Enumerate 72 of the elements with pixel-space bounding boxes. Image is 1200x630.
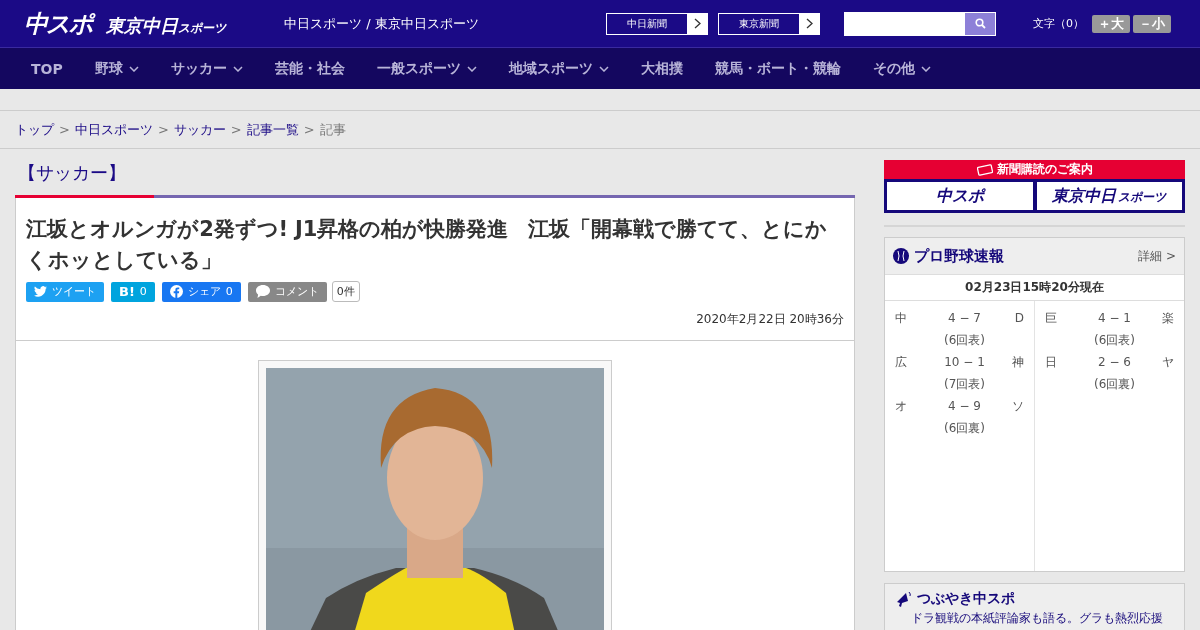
bird-icon <box>34 286 47 297</box>
chevron-down-icon <box>466 65 477 72</box>
comment-share-button[interactable]: コメント <box>247 281 327 302</box>
team-name: 中 <box>895 310 908 327</box>
nav-item[interactable]: 芸能・社会 <box>274 59 345 78</box>
inning-status: (6回裏) <box>943 420 986 437</box>
newspaper-logo-link[interactable]: 中スポ <box>887 182 1033 210</box>
nav-item[interactable]: サッカー <box>170 59 243 78</box>
speech-bubble-icon <box>255 285 270 298</box>
team-name: ソ <box>1011 398 1024 415</box>
megaphone-icon <box>895 590 913 608</box>
team-name: オ <box>895 398 908 415</box>
search-button[interactable] <box>965 12 995 35</box>
team-name: 日 <box>1045 354 1058 371</box>
game-score: 4 − 1 <box>1097 310 1132 327</box>
inning-status: (7回表) <box>943 376 986 393</box>
nav-item[interactable]: 野球 <box>94 59 139 78</box>
article-date: 2020年2月22日 20時36分 <box>695 311 845 328</box>
team-name: 楽 <box>1161 310 1174 327</box>
inning-status: (6回表) <box>1093 332 1136 349</box>
chevron-down-icon <box>598 65 609 72</box>
inning-status: (6回裏) <box>1093 376 1136 393</box>
update-time: 02月23日15時20分現在 <box>885 274 1184 301</box>
subscription-heading: 新聞購読のご案内 <box>884 160 1185 179</box>
breadcrumb-separator: > <box>59 122 70 137</box>
chevron-down-icon <box>920 65 931 72</box>
team-name: ヤ <box>1161 354 1174 371</box>
nav-item[interactable]: その他 <box>872 59 931 78</box>
comment-count: 0件 <box>331 281 360 302</box>
breadcrumb-current: 記事 <box>319 120 346 139</box>
nav-item[interactable]: 大相撲 <box>640 59 683 78</box>
breadcrumb-link[interactable]: 中日スポーツ <box>74 120 153 139</box>
team-name: D <box>1013 310 1024 327</box>
newspaper-link[interactable]: 中日新聞 <box>606 12 708 35</box>
panel-title[interactable]: つぶやき中スポ <box>917 590 1015 608</box>
font-size-label: 文字（0） <box>1033 16 1084 31</box>
breadcrumb-link[interactable]: サッカー <box>173 120 226 139</box>
facebook-icon <box>169 285 183 298</box>
search-field[interactable] <box>844 11 996 36</box>
nav-item[interactable]: 地域スポーツ <box>508 59 609 78</box>
game-score: 4 − 9 <box>947 398 982 415</box>
panel-title: プロ野球速報 <box>914 246 1005 266</box>
article-title: 江坂とオルンガが2発ずつ! J1昇格の柏が快勝発進 江坂「開幕戦で勝てて、とにかくホッとしている」 <box>25 216 828 274</box>
ticket-icon <box>976 163 993 176</box>
panel-subtitle: ドラ観戦の本紙評論家も語る。グラも熱烈応援 <box>910 610 1164 627</box>
breadcrumb-separator: > <box>157 122 169 137</box>
facebook-share-button[interactable]: シェア 0 <box>161 281 241 302</box>
breadcrumb-link[interactable]: 記事一覧 <box>246 120 299 139</box>
newspaper-link[interactable]: 東京新聞 <box>718 12 820 35</box>
game-score: 10 − 1 <box>943 354 986 371</box>
nav-item[interactable]: 一般スポーツ <box>376 59 477 78</box>
details-link[interactable]: 詳細 > <box>1138 247 1176 265</box>
newspaper-logo-link[interactable]: 東京中日スポーツ <box>1036 182 1182 210</box>
game-score: 4 − 7 <box>947 310 982 327</box>
category-heading: 【サッカー】 <box>17 161 127 185</box>
site-logo[interactable]: 東京中日スポーツ <box>106 13 226 38</box>
game-score: 2 − 6 <box>1097 354 1132 371</box>
team-name: 神 <box>1011 354 1024 371</box>
team-name: 広 <box>895 354 908 371</box>
breadcrumb-separator: > <box>303 122 315 137</box>
chevron-down-icon <box>128 65 139 72</box>
breadcrumb-link[interactable]: トップ <box>15 120 54 139</box>
team-name: 巨 <box>1045 310 1058 327</box>
nav-item[interactable]: TOP <box>31 60 63 77</box>
chevron-down-icon <box>232 65 243 72</box>
chevron-right-icon <box>805 18 813 29</box>
nav-item[interactable]: 競馬・ボート・競輪 <box>714 59 841 78</box>
breadcrumb-separator: > <box>230 122 242 137</box>
chevron-right-icon <box>693 18 701 29</box>
site-name: 中日スポーツ / 東京中日スポーツ <box>284 14 480 33</box>
search-icon <box>974 18 986 29</box>
inning-status: (6回表) <box>943 332 986 349</box>
